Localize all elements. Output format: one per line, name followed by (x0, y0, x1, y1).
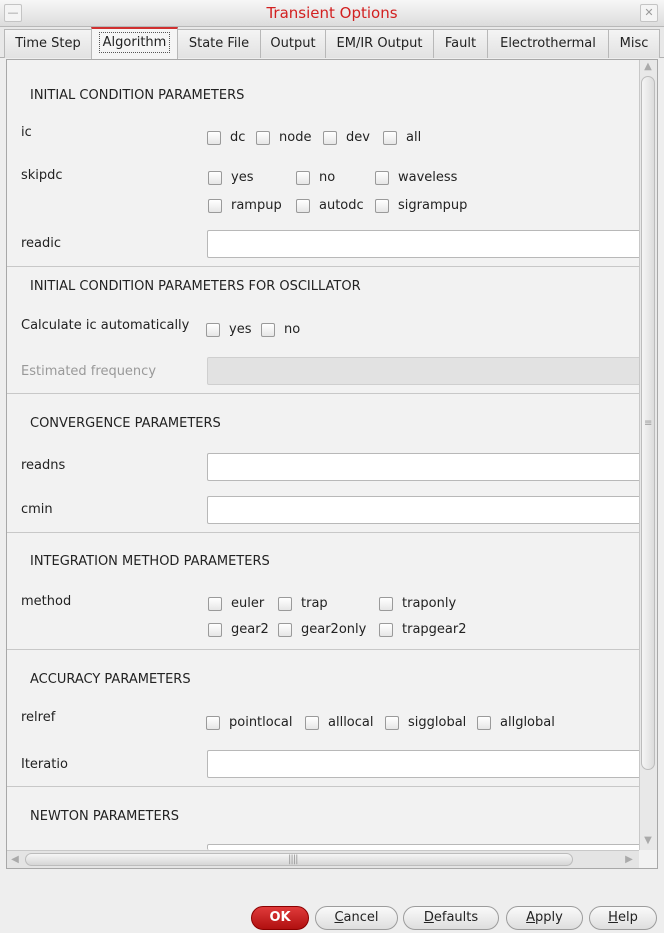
estimated-frequency-label: Estimated frequency (21, 364, 157, 379)
checkbox-box[interactable] (208, 596, 222, 611)
horizontal-scrollbar[interactable]: ◀ |||| ▶ (7, 850, 639, 868)
skipdc-waveless-checkbox[interactable]: waveless (375, 170, 457, 185)
section-accuracy: ACCURACY PARAMETERS (30, 672, 191, 687)
checkbox-box[interactable] (296, 198, 310, 213)
calc-ic-label: Calculate ic automatically (21, 318, 190, 333)
section-integration: INTEGRATION METHOD PARAMETERS (30, 554, 270, 569)
method-label: method (21, 594, 72, 609)
method-trapgear2-checkbox[interactable]: trapgear2 (379, 622, 467, 637)
section-newton: NEWTON PARAMETERS (30, 809, 179, 824)
cancel-button[interactable]: Cancel (315, 906, 398, 930)
checkbox-box[interactable] (208, 198, 222, 213)
defaults-button[interactable]: Defaults (403, 906, 499, 930)
horizontal-scroll-thumb[interactable]: |||| (25, 853, 573, 866)
checkbox-box[interactable] (256, 130, 270, 145)
ok-button[interactable]: OK (251, 906, 309, 930)
iteratio-label: Iteratio (21, 757, 68, 772)
section-oscillator: INITIAL CONDITION PARAMETERS FOR OSCILLA… (30, 279, 361, 294)
checkbox-box[interactable] (278, 596, 292, 611)
estimated-frequency-input (207, 357, 641, 385)
triangle-up-icon[interactable]: ▲ (640, 60, 656, 74)
tab-fault[interactable]: Fault (433, 29, 488, 58)
grip-icon: |||| (288, 854, 299, 865)
checkbox-box[interactable] (207, 130, 221, 145)
readic-input[interactable] (207, 230, 641, 258)
method-gear2only-checkbox[interactable]: gear2only (278, 622, 366, 637)
tab-state-file[interactable]: State File (177, 29, 261, 58)
separator (7, 786, 639, 787)
apply-button[interactable]: Apply (506, 906, 583, 930)
cmin-input[interactable] (207, 496, 641, 524)
tab-em-ir-output[interactable]: EM/IR Output (325, 29, 434, 58)
triangle-down-icon[interactable]: ▼ (640, 834, 656, 848)
algorithm-panel: INITIAL CONDITION PARAMETERS ic dc node … (6, 59, 658, 869)
relref-alllocal-checkbox[interactable]: alllocal (305, 715, 373, 730)
tab-electrothermal[interactable]: Electrothermal (487, 29, 609, 58)
ic-label: ic (21, 125, 32, 140)
ic-node-checkbox[interactable]: node (256, 130, 311, 145)
checkbox-box[interactable] (385, 715, 399, 730)
tab-time-step[interactable]: Time Step (4, 29, 92, 58)
calc-ic-no-checkbox[interactable]: no (261, 322, 300, 337)
method-euler-checkbox[interactable]: euler (208, 596, 264, 611)
skipdc-autodc-checkbox[interactable]: autodc (296, 198, 364, 213)
checkbox-box[interactable] (477, 715, 491, 730)
checkbox-box[interactable] (323, 130, 337, 145)
separator (7, 393, 639, 394)
window-titlebar: — Transient Options ✕ (0, 0, 664, 27)
relref-label: relref (21, 710, 56, 725)
skipdc-label: skipdc (21, 168, 63, 183)
checkbox-box[interactable] (206, 715, 220, 730)
skipdc-rampup-checkbox[interactable]: rampup (208, 198, 282, 213)
checkbox-box[interactable] (208, 622, 222, 637)
separator (7, 532, 639, 533)
relref-allglobal-checkbox[interactable]: allglobal (477, 715, 555, 730)
triangle-left-icon[interactable]: ◀ (7, 853, 23, 867)
window-title: Transient Options (266, 4, 398, 22)
iteratio-input[interactable] (207, 750, 641, 778)
checkbox-box[interactable] (206, 322, 220, 337)
separator (7, 649, 639, 650)
section-convergence: CONVERGENCE PARAMETERS (30, 416, 221, 431)
method-traponly-checkbox[interactable]: traponly (379, 596, 456, 611)
readic-label: readic (21, 236, 62, 251)
close-icon: ✕ (644, 6, 654, 19)
method-gear2-checkbox[interactable]: gear2 (208, 622, 269, 637)
checkbox-box[interactable] (379, 622, 393, 637)
checkbox-box[interactable] (375, 170, 389, 185)
skipdc-no-checkbox[interactable]: no (296, 170, 335, 185)
skipdc-sigrampup-checkbox[interactable]: sigrampup (375, 198, 467, 213)
checkbox-box[interactable] (375, 198, 389, 213)
separator (7, 266, 639, 267)
ic-all-checkbox[interactable]: all (383, 130, 421, 145)
vertical-scroll-thumb[interactable]: ≡ (641, 76, 655, 770)
help-button[interactable]: Help (589, 906, 657, 930)
calc-ic-yes-checkbox[interactable]: yes (206, 322, 251, 337)
checkbox-box[interactable] (261, 322, 275, 337)
checkbox-box[interactable] (278, 622, 292, 637)
triangle-right-icon[interactable]: ▶ (621, 853, 637, 867)
ic-dc-checkbox[interactable]: dc (207, 130, 245, 145)
method-trap-checkbox[interactable]: trap (278, 596, 328, 611)
checkbox-box[interactable] (383, 130, 397, 145)
cmin-label: cmin (21, 502, 53, 517)
section-initial-condition: INITIAL CONDITION PARAMETERS (30, 88, 245, 103)
grip-icon: ≡ (644, 418, 653, 429)
ic-dev-checkbox[interactable]: dev (323, 130, 370, 145)
tab-output[interactable]: Output (260, 29, 326, 58)
tab-bar: Time Step Algorithm State File Output EM… (0, 27, 664, 59)
tab-misc[interactable]: Misc (608, 29, 660, 58)
checkbox-box[interactable] (305, 715, 319, 730)
skipdc-yes-checkbox[interactable]: yes (208, 170, 253, 185)
checkbox-box[interactable] (379, 596, 393, 611)
relref-sigglobal-checkbox[interactable]: sigglobal (385, 715, 466, 730)
relref-pointlocal-checkbox[interactable]: pointlocal (206, 715, 292, 730)
tab-algorithm[interactable]: Algorithm (91, 27, 178, 59)
window-close-button[interactable]: ✕ (640, 4, 658, 22)
checkbox-box[interactable] (208, 170, 222, 185)
checkbox-box[interactable] (296, 170, 310, 185)
readns-label: readns (21, 458, 66, 473)
readns-input[interactable] (207, 453, 641, 481)
vertical-scrollbar[interactable]: ▲ ≡ ▼ (639, 60, 657, 850)
